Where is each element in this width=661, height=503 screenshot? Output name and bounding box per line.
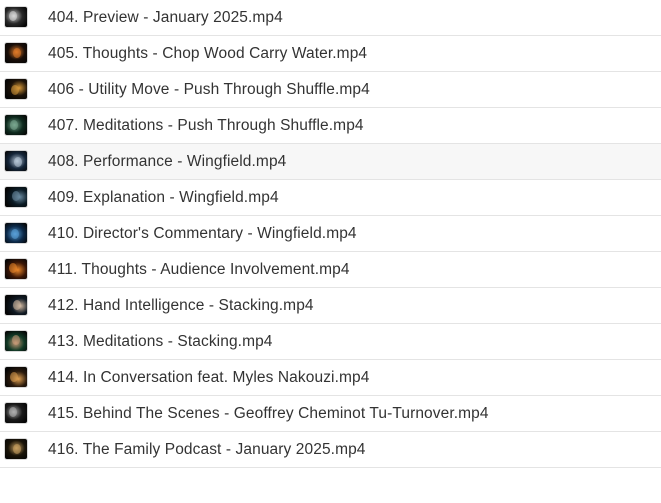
file-name: 404. Preview - January 2025.mp4 — [48, 8, 283, 26]
file-name: 413. Meditations - Stacking.mp4 — [48, 332, 273, 350]
file-row[interactable]: 416. The Family Podcast - January 2025.m… — [0, 432, 661, 468]
file-name: 410. Director's Commentary - Wingfield.m… — [48, 224, 357, 242]
file-name: 414. In Conversation feat. Myles Nakouzi… — [48, 368, 370, 386]
file-name: 412. Hand Intelligence - Stacking.mp4 — [48, 296, 314, 314]
file-name: 411. Thoughts - Audience Involvement.mp4 — [48, 260, 350, 278]
video-thumbnail-icon — [5, 259, 27, 279]
video-thumbnail-icon — [5, 403, 27, 423]
file-name: 406 - Utility Move - Push Through Shuffl… — [48, 80, 370, 98]
file-row[interactable]: 408. Performance - Wingfield.mp4 — [0, 144, 661, 180]
video-thumbnail-icon — [5, 331, 27, 351]
video-thumbnail-icon — [5, 151, 27, 171]
file-row[interactable]: 415. Behind The Scenes - Geoffrey Chemin… — [0, 396, 661, 432]
video-thumbnail-icon — [5, 115, 27, 135]
video-thumbnail-icon — [5, 367, 27, 387]
file-row[interactable]: 406 - Utility Move - Push Through Shuffl… — [0, 72, 661, 108]
video-thumbnail-icon — [5, 79, 27, 99]
video-thumbnail-icon — [5, 295, 27, 315]
video-thumbnail-icon — [5, 43, 27, 63]
file-name: 416. The Family Podcast - January 2025.m… — [48, 440, 366, 458]
file-name: 408. Performance - Wingfield.mp4 — [48, 152, 287, 170]
file-row[interactable]: 404. Preview - January 2025.mp4 — [0, 0, 661, 36]
file-row[interactable]: 414. In Conversation feat. Myles Nakouzi… — [0, 360, 661, 396]
file-name: 407. Meditations - Push Through Shuffle.… — [48, 116, 364, 134]
file-row[interactable]: 407. Meditations - Push Through Shuffle.… — [0, 108, 661, 144]
file-row[interactable]: 413. Meditations - Stacking.mp4 — [0, 324, 661, 360]
video-thumbnail-icon — [5, 439, 27, 459]
video-thumbnail-icon — [5, 223, 27, 243]
file-row[interactable]: 412. Hand Intelligence - Stacking.mp4 — [0, 288, 661, 324]
video-thumbnail-icon — [5, 187, 27, 207]
file-row[interactable]: 405. Thoughts - Chop Wood Carry Water.mp… — [0, 36, 661, 72]
file-row[interactable]: 410. Director's Commentary - Wingfield.m… — [0, 216, 661, 252]
file-name: 409. Explanation - Wingfield.mp4 — [48, 188, 279, 206]
file-name: 415. Behind The Scenes - Geoffrey Chemin… — [48, 404, 489, 422]
file-name: 405. Thoughts - Chop Wood Carry Water.mp… — [48, 44, 368, 62]
file-row[interactable]: 411. Thoughts - Audience Involvement.mp4 — [0, 252, 661, 288]
video-thumbnail-icon — [5, 7, 27, 27]
file-row[interactable]: 409. Explanation - Wingfield.mp4 — [0, 180, 661, 216]
